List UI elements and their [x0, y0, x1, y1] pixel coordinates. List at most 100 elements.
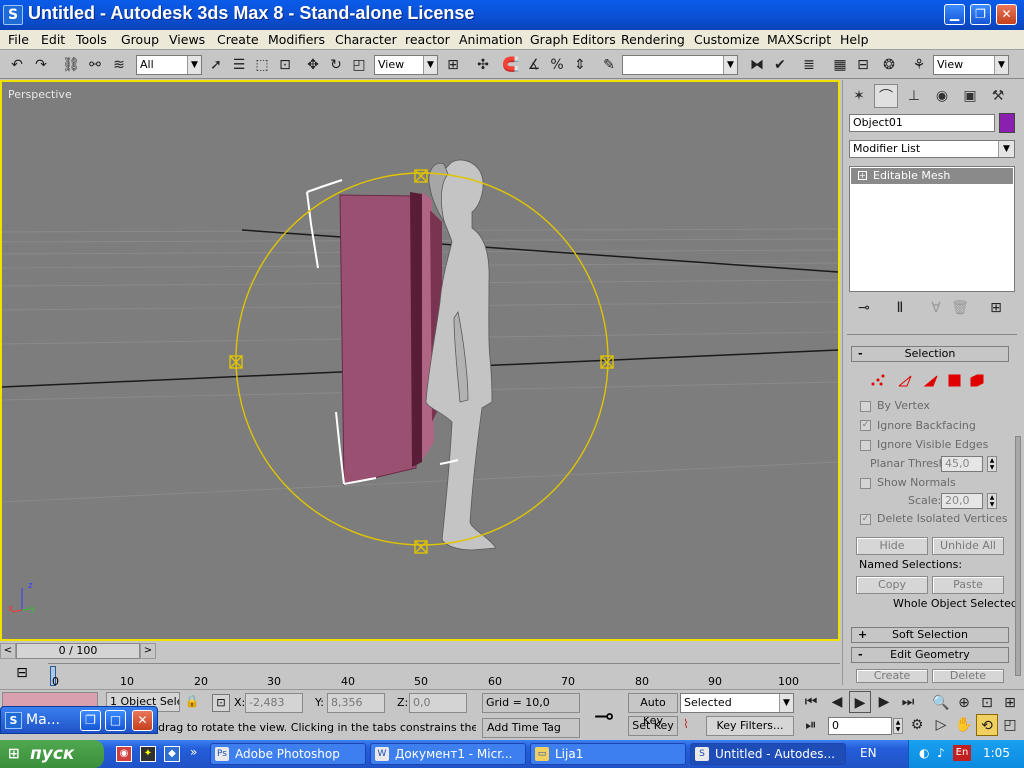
menu-rendering[interactable]: Rendering [621, 32, 685, 47]
menu-edit[interactable]: Edit [41, 32, 65, 47]
percent-snap-icon[interactable]: % [546, 54, 568, 76]
maximize-button[interactable]: □ [105, 710, 126, 731]
spinner-snap-icon[interactable]: ⇕ [569, 54, 591, 76]
speaker-icon[interactable]: ♪ [937, 746, 945, 760]
quick-launch-icon[interactable]: ✦ [140, 746, 156, 762]
bind-space-warp-icon[interactable]: ≋ [108, 54, 130, 76]
create-button[interactable]: Create [856, 669, 928, 683]
edit-named-selection-icon[interactable]: ✎ [598, 54, 620, 76]
menu-group[interactable]: Group [121, 32, 159, 47]
curve-editor-icon[interactable]: ▦ [829, 54, 851, 76]
modifier-list-dropdown[interactable]: Modifier List ▼ [849, 140, 1015, 158]
play-icon[interactable]: ▶ [849, 691, 871, 713]
prev-frame-arrow[interactable]: < [0, 643, 16, 659]
select-and-move-icon[interactable]: ✥ [302, 54, 324, 76]
select-by-name-icon[interactable]: ☰ [228, 54, 250, 76]
align-icon[interactable]: ✔ [769, 54, 791, 76]
selection-rollout-header[interactable]: - Selection [851, 346, 1009, 362]
zoom-extents-icon[interactable]: ⊡ [976, 692, 998, 714]
selection-filter-dropdown[interactable]: All ▼ [136, 55, 202, 75]
minimize-button[interactable]: ▁ [944, 4, 965, 25]
quick-launch-icon[interactable]: ◉ [116, 746, 132, 762]
subobject-level-icons[interactable] [869, 372, 993, 390]
create-tab-icon[interactable]: ✶ [847, 84, 871, 108]
absolute-mode-toggle-icon[interactable]: ⊡ [212, 694, 230, 712]
reference-coordinate-dropdown[interactable]: View ▼ [374, 55, 438, 75]
menu-reactor[interactable]: reactor [405, 32, 450, 47]
menu-file[interactable]: File [8, 32, 29, 47]
copy-button[interactable]: Copy [856, 576, 928, 594]
key-tangent-icon[interactable]: ⌇ [683, 717, 699, 735]
hierarchy-tab-icon[interactable]: ⊥ [902, 84, 926, 108]
modify-tab-icon[interactable]: ⌒ [874, 84, 898, 108]
select-and-rotate-icon[interactable]: ↻ [325, 54, 347, 76]
schematic-view-icon[interactable]: ⊟ [852, 54, 874, 76]
remove-modifier-icon[interactable]: 🗑 [949, 297, 971, 319]
menu-tools[interactable]: Tools [76, 32, 107, 47]
delete-button[interactable]: Delete [932, 669, 1004, 683]
menu-character[interactable]: Character [335, 32, 397, 47]
planar-thresh-field[interactable]: 45,0 [941, 456, 983, 472]
task-photoshop[interactable]: Ps Adobe Photoshop [210, 743, 366, 765]
show-normals-checkbox[interactable] [860, 478, 871, 489]
modifier-stack[interactable]: + Editable Mesh [849, 166, 1015, 292]
add-time-tag-button[interactable]: Add Time Tag [482, 718, 580, 738]
minimized-window[interactable]: S Ma... ❐ □ ✕ [0, 706, 158, 734]
hide-button[interactable]: Hide [856, 537, 928, 555]
menu-modifiers[interactable]: Modifiers [268, 32, 325, 47]
render-scene-icon[interactable]: ⚘ [908, 54, 930, 76]
material-editor-icon[interactable]: ❂ [878, 54, 900, 76]
chevron-icon[interactable]: » [190, 745, 197, 759]
close-button[interactable]: ✕ [132, 710, 153, 731]
select-and-scale-icon[interactable]: ◰ [348, 54, 370, 76]
set-key-button[interactable]: Set Key [628, 716, 678, 736]
close-button[interactable]: ✕ [996, 4, 1017, 25]
pivot-point-icon[interactable]: ⊞ [442, 54, 464, 76]
scale-field[interactable]: 20,0 [941, 493, 983, 509]
quick-launch-icon[interactable]: ◆ [164, 746, 180, 762]
render-type-dropdown[interactable]: View ▼ [933, 55, 1009, 75]
task-word[interactable]: W Документ1 - Micr... [370, 743, 526, 765]
y-coordinate-field[interactable]: 8,356 [327, 693, 385, 713]
expand-icon[interactable]: + [858, 171, 867, 180]
select-and-link-icon[interactable]: ⛓ [60, 54, 82, 76]
undo-icon[interactable]: ↶ [6, 54, 28, 76]
motion-tab-icon[interactable]: ◉ [930, 84, 954, 108]
perspective-viewport[interactable]: Perspective z x y [0, 80, 840, 641]
time-configuration-icon[interactable]: ⚙ [906, 714, 928, 736]
utilities-tab-icon[interactable]: ⚒ [986, 84, 1010, 108]
menu-customize[interactable]: Customize [694, 32, 760, 47]
current-frame-spinner[interactable]: ▲ ▼ [893, 718, 903, 734]
unlink-icon[interactable]: ⚯ [84, 54, 106, 76]
display-tab-icon[interactable]: ▣ [958, 84, 982, 108]
next-frame-icon[interactable]: ▶ [873, 691, 895, 713]
auto-key-button[interactable]: Auto Key [628, 693, 678, 727]
restore-button[interactable]: ❐ [80, 710, 101, 731]
3ds-max-icon[interactable]: S [3, 5, 23, 25]
selection-set-dropdown[interactable]: Selected ▼ [680, 693, 794, 713]
zoom-icon[interactable]: 🔍 [930, 692, 952, 714]
configure-modifier-sets-icon[interactable]: ⊞ [985, 297, 1007, 319]
mirror-icon[interactable]: ⧓ [746, 54, 768, 76]
stack-item-editable-mesh[interactable]: + Editable Mesh [851, 168, 1013, 184]
paste-button[interactable]: Paste [932, 576, 1004, 594]
next-frame-arrow[interactable]: > [140, 643, 156, 659]
menu-create[interactable]: Create [217, 32, 259, 47]
clock[interactable]: 1:05 [983, 746, 1010, 760]
time-slider[interactable]: 0 / 100 [16, 643, 140, 659]
object-color-swatch[interactable] [999, 113, 1015, 133]
select-and-manipulate-icon[interactable]: ✣ [472, 54, 494, 76]
planar-thresh-spinner[interactable]: ▲ ▼ [987, 456, 997, 472]
key-mode-icon[interactable]: ⏯ [800, 714, 822, 736]
menu-graph-editors[interactable]: Graph Editors [530, 32, 616, 47]
x-coordinate-field[interactable]: -2,483 [245, 693, 303, 713]
set-key-icon[interactable]: ⊸ [584, 694, 624, 738]
named-selection-sets-dropdown[interactable]: ▼ [622, 55, 738, 75]
lock-selection-icon[interactable]: 🔒 [184, 694, 200, 710]
show-end-result-icon[interactable]: Ⅱ [889, 297, 911, 319]
maximize-viewport-icon[interactable]: ◰ [999, 714, 1021, 736]
previous-frame-icon[interactable]: ◀ [826, 691, 848, 713]
command-panel-scrollbar[interactable] [1015, 436, 1021, 676]
task-folder[interactable]: ▭ Lija1 [530, 743, 686, 765]
arc-rotate-icon[interactable]: ⟲ [976, 714, 998, 736]
